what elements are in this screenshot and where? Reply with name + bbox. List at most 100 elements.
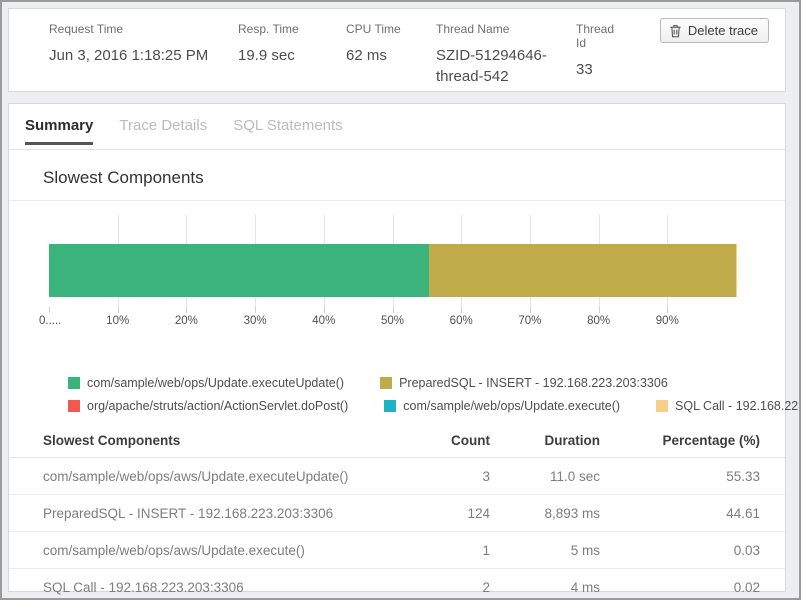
cell-count: 2 xyxy=(410,580,490,595)
cell-component: SQL Call - 192.168.223.203:3306 xyxy=(43,580,410,595)
trace-viewer-page: Request Time Jun 3, 2016 1:18:25 PM Resp. … xyxy=(0,0,801,600)
chart-x-axis: 0.....10%20%30%40%50%60%70%80%90% xyxy=(49,307,736,333)
cell-duration: 5 ms xyxy=(490,543,600,558)
cell-duration: 4 ms xyxy=(490,580,600,595)
legend-label: org/apache/struts/action/ActionServlet.d… xyxy=(87,399,348,413)
tick-mark xyxy=(599,307,600,313)
tick-mark xyxy=(461,307,462,313)
tab-sql-statements[interactable]: SQL Statements xyxy=(233,117,343,145)
stat-field-thread-name: Thread Name SZID-51294646-thread-542 xyxy=(436,22,576,91)
bar-segment[interactable] xyxy=(429,244,735,297)
cell-duration: 11.0 sec xyxy=(490,469,600,484)
stat-value: SZID-51294646-thread-542 xyxy=(436,45,554,87)
stat-field-cpu-time: CPU Time 62 ms xyxy=(346,22,436,91)
legend-row: org/apache/struts/action/ActionServlet.d… xyxy=(68,394,785,417)
cell-percentage: 44.61 xyxy=(600,506,760,521)
table-body: com/sample/web/ops/aws/Update.executeUpd… xyxy=(9,458,785,600)
stat-label: Thread Id xyxy=(576,22,626,50)
cell-duration: 8,893 ms xyxy=(490,506,600,521)
table-row: com/sample/web/ops/aws/Update.executeUpd… xyxy=(9,458,785,495)
slowest-components-table: Slowest ComponentsCountDurationPercentag… xyxy=(9,423,785,600)
cell-count: 124 xyxy=(410,506,490,521)
tick-mark xyxy=(49,307,50,313)
tick-label: 0..... xyxy=(39,315,61,327)
stat-value: 19.9 sec xyxy=(238,45,336,66)
stat-value: 33 xyxy=(576,59,626,80)
slowest-components-chart: 0.....10%20%30%40%50%60%70%80%90% xyxy=(49,215,736,363)
tick-label: 70% xyxy=(518,315,541,327)
stat-value: Jun 3, 2016 1:18:25 PM xyxy=(49,45,228,66)
legend-item[interactable]: PreparedSQL - INSERT - 192.168.223.203:3… xyxy=(380,376,668,390)
legend-swatch xyxy=(68,377,80,389)
tick-label: 30% xyxy=(244,315,267,327)
legend-swatch xyxy=(380,377,392,389)
section-divider xyxy=(9,200,785,201)
legend-item[interactable]: org/apache/struts/action/ActionServlet.d… xyxy=(68,399,348,413)
trace-detail-card: Summary Trace Details SQL Statements Slowe… xyxy=(8,103,786,592)
tick-label: 40% xyxy=(312,315,335,327)
legend-item[interactable]: com/sample/web/ops/Update.executeUpdate(… xyxy=(68,376,344,390)
stat-label: CPU Time xyxy=(346,22,426,36)
stat-field-thread-id: Thread Id 33 xyxy=(576,22,636,91)
legend-item[interactable]: com/sample/web/ops/Update.execute() xyxy=(384,399,620,413)
trace-stats-bar: Request Time Jun 3, 2016 1:18:25 PM Resp. … xyxy=(8,8,786,92)
cell-component: com/sample/web/ops/aws/Update.executeUpd… xyxy=(43,469,410,484)
table-row: SQL Call - 192.168.223.203:330624 ms0.02 xyxy=(9,569,785,600)
tick-mark xyxy=(118,307,119,313)
column-header: Count xyxy=(410,433,490,448)
cell-count: 3 xyxy=(410,469,490,484)
column-header: Percentage (%) xyxy=(600,433,760,448)
stat-label: Resp. Time xyxy=(238,22,336,36)
slowest-components-section: Slowest Components 0..... 10% 20% 30% 40% 50%… xyxy=(9,149,785,600)
legend-swatch xyxy=(68,400,80,412)
tick-mark xyxy=(530,307,531,313)
cell-count: 1 xyxy=(410,543,490,558)
stat-label: Request Time xyxy=(49,22,228,36)
table-row: PreparedSQL - INSERT - 192.168.223.203:3… xyxy=(9,495,785,532)
tick-mark xyxy=(393,307,394,313)
column-header: Slowest Components xyxy=(43,433,410,448)
tick-label: 60% xyxy=(450,315,473,327)
stat-field-request-time: Request Time Jun 3, 2016 1:18:25 PM xyxy=(49,22,238,91)
tick-mark xyxy=(324,307,325,313)
stacked-bar xyxy=(49,244,736,297)
table-row: com/sample/web/ops/aws/Update.execute()1… xyxy=(9,532,785,569)
tick-label: 20% xyxy=(175,315,198,327)
tick-label: 10% xyxy=(106,315,129,327)
tick-mark xyxy=(186,307,187,313)
trace-stats-fields: Request Time Jun 3, 2016 1:18:25 PM Resp. … xyxy=(49,22,636,91)
table-header-row: Slowest ComponentsCountDurationPercentag… xyxy=(9,423,785,458)
delete-trace-label: Delete trace xyxy=(688,23,758,38)
tick-label: 90% xyxy=(656,315,679,327)
stat-label: Thread Name xyxy=(436,22,566,36)
cell-percentage: 55.33 xyxy=(600,469,760,484)
legend-label: com/sample/web/ops/Update.execute() xyxy=(403,399,620,413)
legend-swatch xyxy=(656,400,668,412)
bar-segment[interactable] xyxy=(49,244,429,297)
tab-bar: Summary Trace Details SQL Statements xyxy=(9,104,785,145)
cell-percentage: 0.03 xyxy=(600,543,760,558)
delete-trace-button[interactable]: Delete trace xyxy=(660,18,769,43)
tick-mark xyxy=(667,307,668,313)
column-header: Duration xyxy=(490,433,600,448)
stat-field-resp-time: Resp. Time 19.9 sec xyxy=(238,22,346,91)
legend-item[interactable]: SQL Call - 192.168.223.203:3306 xyxy=(656,399,801,413)
tick-label: 50% xyxy=(381,315,404,327)
section-title: Slowest Components xyxy=(9,150,785,200)
tick-label: 80% xyxy=(587,315,610,327)
legend-label: com/sample/web/ops/Update.executeUpdate(… xyxy=(87,376,344,390)
stat-value: 62 ms xyxy=(346,45,426,66)
tab-summary[interactable]: Summary xyxy=(25,117,93,145)
tab-trace-details[interactable]: Trace Details xyxy=(119,117,207,145)
legend-label: PreparedSQL - INSERT - 192.168.223.203:3… xyxy=(399,376,668,390)
cell-component: com/sample/web/ops/aws/Update.execute() xyxy=(43,543,410,558)
cell-component: PreparedSQL - INSERT - 192.168.223.203:3… xyxy=(43,506,410,521)
trash-icon xyxy=(669,24,682,38)
legend-label: SQL Call - 192.168.223.203:3306 xyxy=(675,399,801,413)
legend-swatch xyxy=(384,400,396,412)
legend-row: com/sample/web/ops/Update.executeUpdate(… xyxy=(68,371,785,394)
tick-mark xyxy=(255,307,256,313)
cell-percentage: 0.02 xyxy=(600,580,760,595)
chart-legend: com/sample/web/ops/Update.executeUpdate(… xyxy=(68,371,785,417)
chart-plot-area xyxy=(49,215,736,307)
